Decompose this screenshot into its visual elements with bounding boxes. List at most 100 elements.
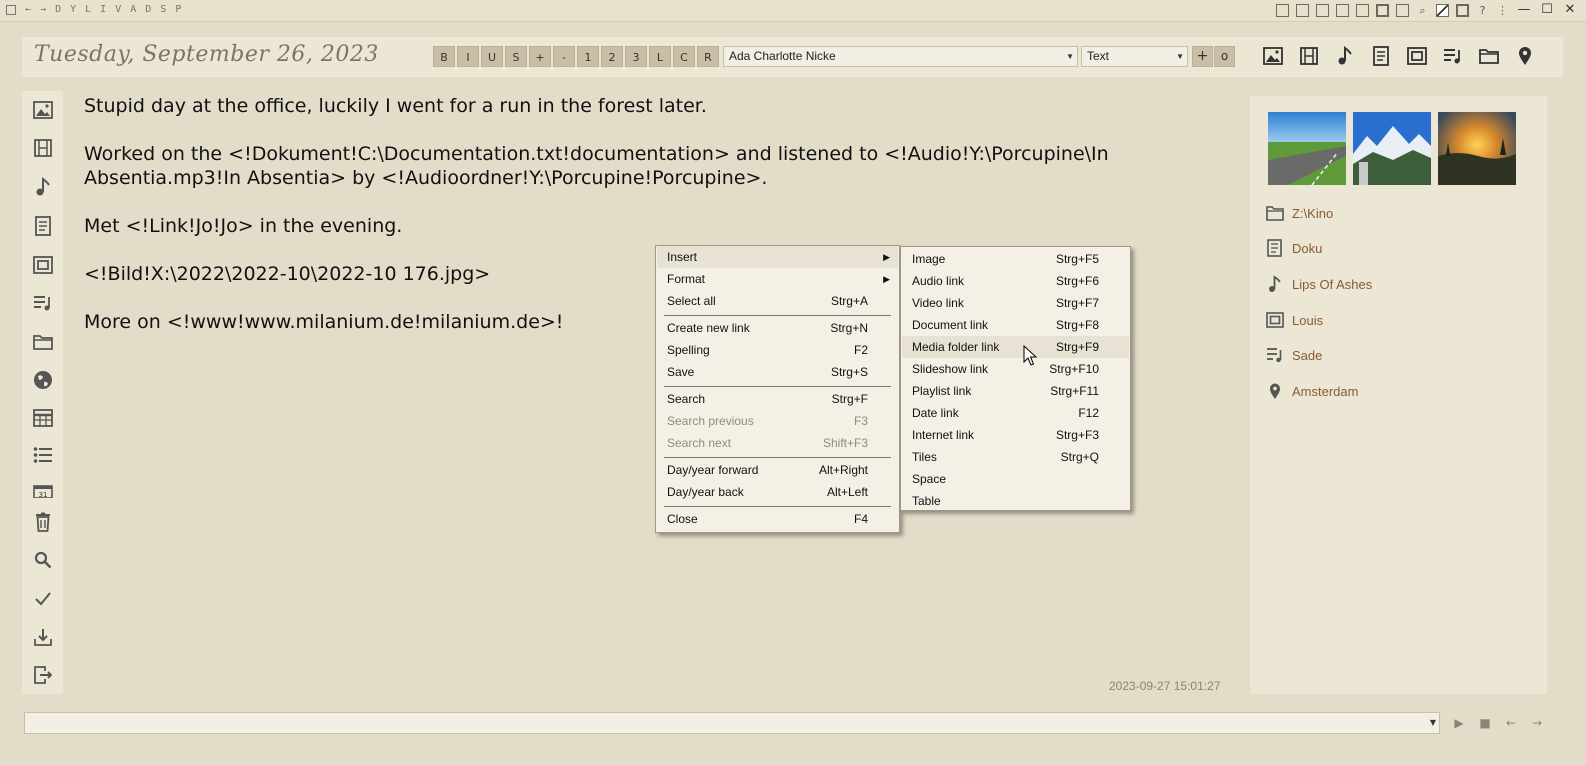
nav-letter-d2[interactable]: D (145, 4, 151, 15)
playlist-icon[interactable] (1442, 45, 1464, 67)
submenu-item-date-link[interactable]: Date link F12 (902, 402, 1129, 424)
globe-icon[interactable] (32, 369, 54, 391)
align-right-button[interactable]: R (697, 46, 719, 67)
document-icon[interactable] (1370, 45, 1392, 67)
menu-item-day-year-forward[interactable]: Day/year forward Alt+Right (657, 459, 898, 481)
strikethrough-button[interactable]: S (505, 46, 527, 67)
columns-icon[interactable] (1456, 3, 1469, 17)
exit-icon[interactable] (32, 664, 54, 686)
forward-icon[interactable]: → (1528, 714, 1546, 732)
underline-button[interactable]: U (481, 46, 503, 67)
linked-slideshow-item[interactable]: Louis (1266, 309, 1323, 331)
align-left-button[interactable]: L (649, 46, 671, 67)
app-menu-icon[interactable] (6, 4, 16, 15)
slideshow-icon[interactable] (32, 254, 54, 276)
font-smaller-button[interactable]: - (553, 46, 575, 67)
submenu-item-space[interactable]: Space (902, 468, 1129, 490)
heading-2-button[interactable]: 2 (601, 46, 623, 67)
play-icon[interactable]: ▶ (1450, 714, 1468, 732)
font-bigger-button[interactable]: + (529, 46, 551, 67)
menu-item-day-year-back[interactable]: Day/year back Alt+Left (657, 481, 898, 503)
nav-letter-s[interactable]: S (160, 4, 166, 15)
menu-item-search[interactable]: Search Strg+F (657, 388, 898, 410)
grid-icon[interactable] (1356, 3, 1369, 17)
photo-thumbnail-mountains[interactable] (1353, 112, 1431, 185)
submenu-item-playlist-link[interactable]: Playlist link Strg+F11 (902, 380, 1129, 402)
submenu-item-slideshow-link[interactable]: Slideshow link Strg+F10 (902, 358, 1129, 380)
location-icon[interactable] (1514, 45, 1536, 67)
heading-1-button[interactable]: 1 (577, 46, 599, 67)
nav-letter-d[interactable]: D (55, 4, 61, 15)
frame-icon[interactable] (1376, 3, 1389, 17)
close-window-button[interactable]: ✕ (1562, 3, 1578, 17)
style-select[interactable]: Text ▼ (1081, 46, 1188, 67)
back-icon[interactable]: ← (1502, 714, 1520, 732)
menu-item-spelling[interactable]: Spelling F2 (657, 339, 898, 361)
image-icon[interactable] (1262, 45, 1284, 67)
italic-button[interactable]: I (457, 46, 479, 67)
chevron-down-icon[interactable]: ▼ (1424, 714, 1442, 732)
help-icon[interactable]: ? (1476, 4, 1489, 17)
trash-icon[interactable] (32, 511, 54, 533)
photo-thumbnail-sunset[interactable] (1438, 112, 1516, 185)
search-icon[interactable]: ⌕ (1416, 4, 1429, 17)
menu-item-close[interactable]: Close F4 (657, 508, 898, 530)
window-icon[interactable] (1276, 3, 1289, 17)
download-icon[interactable] (32, 626, 54, 648)
list-icon[interactable] (1296, 3, 1309, 17)
music-icon[interactable] (32, 176, 54, 198)
image-icon[interactable] (32, 99, 54, 121)
film-icon[interactable] (1298, 45, 1320, 67)
submenu-item-video-link[interactable]: Video link Strg+F7 (902, 292, 1129, 314)
folder-icon[interactable] (32, 331, 54, 353)
lock-icon[interactable] (1316, 3, 1329, 17)
heading-3-button[interactable]: 3 (625, 46, 647, 67)
submenu-item-internet-link[interactable]: Internet link Strg+F3 (902, 424, 1129, 446)
linked-audio-item[interactable]: Lips Of Ashes (1266, 273, 1372, 295)
linked-playlist-item[interactable]: Sade (1266, 344, 1322, 366)
music-icon[interactable] (1334, 45, 1356, 67)
submenu-item-media-folder-link[interactable]: Media folder link Strg+F9 (902, 336, 1129, 358)
submenu-item-document-link[interactable]: Document link Strg+F8 (902, 314, 1129, 336)
linked-folder-item[interactable]: Z:\Kino (1266, 202, 1333, 224)
folder-icon[interactable] (1478, 45, 1500, 67)
bold-button[interactable]: B (433, 46, 455, 67)
stop-icon[interactable]: ■ (1476, 714, 1494, 732)
bookmark-icon[interactable] (1336, 3, 1349, 17)
command-input[interactable] (24, 712, 1440, 734)
nav-letter-i[interactable]: I (100, 4, 106, 15)
add-style-button[interactable]: + (1192, 46, 1213, 67)
forward-arrow-icon[interactable]: → (40, 4, 46, 15)
menu-item-format[interactable]: Format ▶ (657, 268, 898, 290)
nav-letter-a[interactable]: A (130, 4, 136, 15)
calendar-icon[interactable]: 31 (32, 484, 54, 498)
nav-letter-p[interactable]: P (175, 4, 181, 15)
search-icon[interactable] (32, 549, 54, 571)
style-options-button[interactable]: o (1214, 46, 1235, 67)
photo-thumbnail-road[interactable] (1268, 112, 1346, 185)
menu-item-save[interactable]: Save Strg+S (657, 361, 898, 383)
minimize-button[interactable]: — (1516, 3, 1532, 17)
nav-letter-l[interactable]: L (85, 4, 91, 15)
document-icon[interactable] (32, 215, 54, 237)
slideshow-icon[interactable] (1406, 45, 1428, 67)
back-arrow-icon[interactable]: ← (25, 4, 31, 15)
nav-letter-y[interactable]: Y (70, 4, 76, 15)
film-icon[interactable] (32, 137, 54, 159)
nav-letter-v[interactable]: V (115, 4, 121, 15)
font-select[interactable]: Ada Charlotte Nicke ▼ (723, 46, 1078, 67)
playlist-icon[interactable] (32, 292, 54, 314)
list-icon[interactable] (32, 444, 54, 466)
submenu-item-tiles[interactable]: Tiles Strg+Q (902, 446, 1129, 468)
table-icon[interactable] (32, 407, 54, 429)
check-icon[interactable] (32, 588, 54, 610)
linked-location-item[interactable]: Amsterdam (1266, 380, 1358, 402)
menu-item-select-all[interactable]: Select all Strg+A (657, 290, 898, 312)
more-icon[interactable]: ⋮ (1496, 4, 1509, 17)
linked-document-item[interactable]: Doku (1266, 237, 1322, 259)
submenu-item-audio-link[interactable]: Audio link Strg+F6 (902, 270, 1129, 292)
maximize-button[interactable]: ☐ (1539, 3, 1555, 17)
submenu-item-image[interactable]: Image Strg+F5 (902, 248, 1129, 270)
align-center-button[interactable]: C (673, 46, 695, 67)
menu-item-create-new-link[interactable]: Create new link Strg+N (657, 317, 898, 339)
